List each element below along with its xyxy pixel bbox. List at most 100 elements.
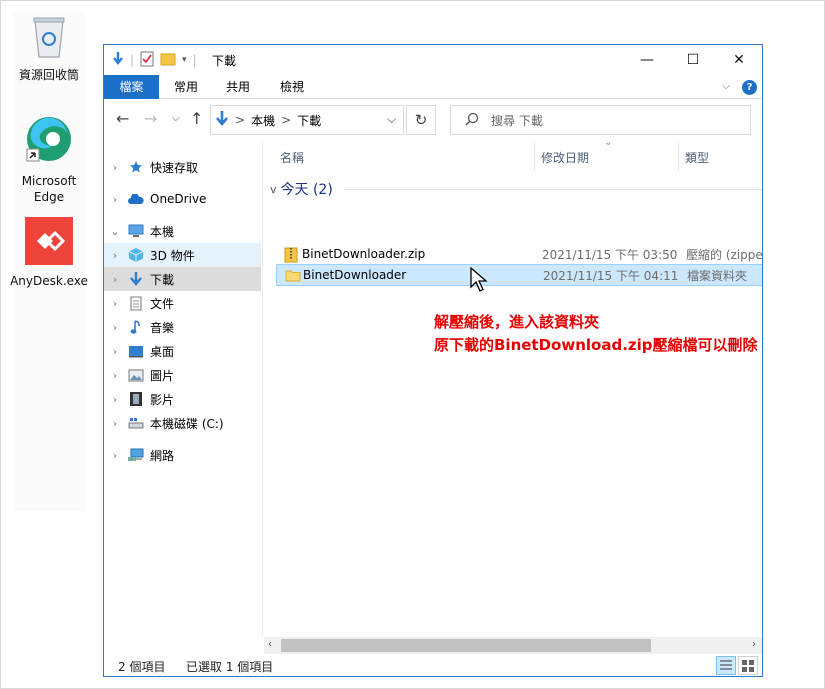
- file-type: 壓縮的 (zipped: [686, 247, 763, 262]
- expand-chevron-icon[interactable]: ›: [104, 273, 126, 286]
- column-header-type[interactable]: 類型: [685, 149, 709, 166]
- tab-file[interactable]: 檔案: [104, 75, 159, 99]
- expand-ribbon-chevron-icon[interactable]: ⌵: [722, 79, 730, 93]
- large-icons-view-icon: [742, 660, 754, 672]
- download-arrow-icon: [215, 110, 229, 131]
- file-name: BinetDownloader.zip: [302, 247, 426, 261]
- properties-icon[interactable]: [140, 51, 154, 70]
- title-bar: | ▾ | 下載 — ☐ ✕: [104, 45, 762, 75]
- refresh-button[interactable]: ↻: [406, 105, 436, 135]
- expand-chevron-icon[interactable]: ›: [104, 193, 126, 206]
- file-name: BinetDownloader: [303, 268, 407, 282]
- horizontal-scrollbar[interactable]: ‹ ›: [264, 637, 762, 654]
- group-header-today[interactable]: v 今天 (2): [270, 179, 333, 199]
- expand-chevron-icon[interactable]: ›: [104, 369, 126, 382]
- status-bar: 2 個項目 已選取 1 個項目: [104, 655, 762, 676]
- new-folder-icon[interactable]: [160, 52, 176, 69]
- help-button[interactable]: ?: [742, 80, 757, 95]
- sidebar-item-quick-access[interactable]: › 快速存取: [104, 155, 261, 179]
- picture-icon: [126, 367, 146, 383]
- sidebar-item-local-disk-c[interactable]: › 本機磁碟 (C:): [104, 411, 261, 435]
- sidebar-item-this-pc[interactable]: ⌄ 本機: [104, 219, 261, 243]
- sidebar-item-label: 下載: [150, 272, 175, 287]
- download-arrow-icon: [126, 271, 146, 287]
- collapse-chevron-icon[interactable]: ⌄: [104, 225, 126, 238]
- breadcrumb-this-pc[interactable]: 本機: [251, 112, 275, 129]
- expand-chevron-icon[interactable]: ›: [104, 393, 126, 406]
- scroll-left-icon[interactable]: ‹: [268, 639, 272, 650]
- sidebar-item-label: 本機: [150, 224, 175, 239]
- sidebar-item-label: 音樂: [150, 320, 175, 335]
- column-separator[interactable]: [678, 143, 679, 171]
- sidebar-item-network[interactable]: › 網路: [104, 443, 261, 467]
- recent-locations-chevron-icon[interactable]: ⌵: [172, 113, 180, 124]
- maximize-button[interactable]: ☐: [670, 45, 716, 75]
- tab-home[interactable]: 常用: [166, 75, 206, 99]
- column-header-name[interactable]: 名稱: [280, 149, 304, 166]
- expand-chevron-icon[interactable]: ›: [104, 449, 126, 462]
- file-explorer-window: | ▾ | 下載 — ☐ ✕ 檔案 常用 共用 檢視 ⌵ ? ← → ⌵ ↑ >…: [103, 44, 763, 677]
- annotation-line-1: 解壓縮後，進入該資料夾: [434, 313, 600, 331]
- search-input[interactable]: 搜尋 下載: [450, 105, 751, 135]
- tab-share[interactable]: 共用: [218, 75, 258, 99]
- breadcrumb-downloads[interactable]: 下載: [297, 112, 321, 129]
- sidebar-item-documents[interactable]: › 文件: [104, 291, 261, 315]
- document-icon: [126, 295, 146, 311]
- download-arrow-icon: [112, 51, 124, 70]
- desktop-icon-recycle-bin[interactable]: 資源回收筒: [7, 15, 91, 83]
- group-collapse-icon[interactable]: v: [270, 183, 277, 196]
- desktop-icon: [126, 343, 146, 359]
- sidebar-item-downloads[interactable]: › 下載: [104, 267, 261, 291]
- sidebar-item-label: 文件: [150, 296, 175, 311]
- address-bar[interactable]: > 本機 > 下載 ⌵: [210, 105, 404, 135]
- sidebar-item-videos[interactable]: › 影片: [104, 387, 261, 411]
- minimize-button[interactable]: —: [624, 45, 670, 75]
- file-row-folder[interactable]: BinetDownloader 2021/11/15 下午 04:11 檔案資料…: [276, 264, 762, 286]
- cloud-icon: [126, 191, 146, 207]
- desktop-icon-anydesk[interactable]: AnyDesk.exe: [7, 217, 91, 289]
- address-dropdown-icon[interactable]: ⌵: [387, 112, 396, 127]
- separator: |: [130, 53, 135, 67]
- pane-divider[interactable]: [262, 141, 263, 638]
- sidebar-item-onedrive[interactable]: › OneDrive: [104, 187, 261, 211]
- quick-access-toolbar: | ▾ |: [112, 51, 197, 69]
- recycle-bin-icon: [31, 17, 67, 62]
- customize-dropdown-icon[interactable]: ▾: [182, 55, 187, 65]
- file-date: 2021/11/15 下午 04:11: [543, 268, 679, 283]
- desktop-icon-edge[interactable]: Microsoft Edge: [7, 113, 91, 205]
- expand-chevron-icon[interactable]: ›: [104, 345, 126, 358]
- file-type: 檔案資料夾: [687, 268, 748, 283]
- zip-folder-icon: [284, 247, 300, 263]
- expand-chevron-icon[interactable]: ›: [104, 161, 126, 174]
- sidebar-item-music[interactable]: › 音樂: [104, 315, 261, 339]
- breadcrumb-separator: >: [235, 113, 246, 127]
- large-icons-view-button[interactable]: [738, 656, 758, 675]
- tab-view[interactable]: 檢視: [272, 75, 312, 99]
- desktop-icon-label: Microsoft Edge: [21, 174, 77, 204]
- scrollbar-thumb[interactable]: [281, 639, 651, 652]
- annotation-line-2: 原下載的BinetDownload.zip壓縮檔可以刪除: [434, 336, 758, 354]
- expand-chevron-icon[interactable]: ›: [104, 417, 126, 430]
- file-date: 2021/11/15 下午 03:50: [542, 247, 678, 262]
- close-button[interactable]: ✕: [716, 45, 762, 75]
- forward-arrow-icon[interactable]: →: [144, 109, 157, 128]
- sidebar-item-3d-objects[interactable]: › 3D 物件: [104, 243, 261, 267]
- status-item-count: 2 個項目: [118, 660, 166, 674]
- scroll-right-icon[interactable]: ›: [752, 639, 756, 650]
- sidebar-item-pictures[interactable]: › 圖片: [104, 363, 261, 387]
- sidebar-item-label: 影片: [150, 392, 175, 407]
- column-separator[interactable]: [534, 143, 535, 171]
- column-header-date[interactable]: 修改日期: [541, 149, 589, 166]
- up-arrow-icon[interactable]: ↑: [190, 109, 203, 128]
- sidebar-item-desktop[interactable]: › 桌面: [104, 339, 261, 363]
- sidebar-item-label: OneDrive: [150, 192, 207, 206]
- sort-chevron-icon: ⌄: [604, 137, 613, 148]
- group-divider: [344, 189, 762, 190]
- expand-chevron-icon[interactable]: ›: [104, 297, 126, 310]
- expand-chevron-icon[interactable]: ›: [104, 249, 126, 262]
- file-row-zip[interactable]: BinetDownloader.zip 2021/11/15 下午 03:50 …: [276, 243, 763, 265]
- details-view-button[interactable]: [716, 656, 736, 675]
- back-arrow-icon[interactable]: ←: [116, 109, 129, 128]
- group-label: 今天 (2): [280, 182, 333, 198]
- expand-chevron-icon[interactable]: ›: [104, 321, 126, 334]
